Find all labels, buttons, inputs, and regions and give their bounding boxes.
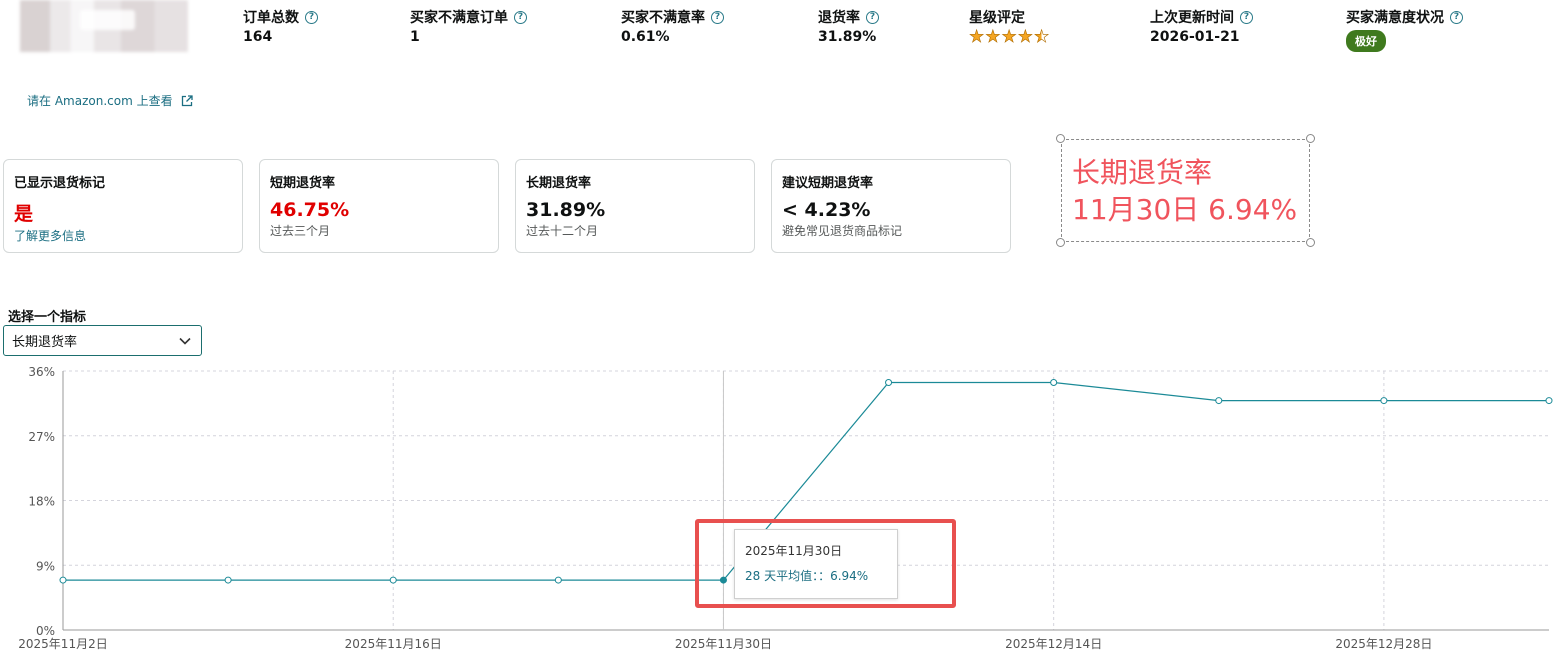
annotation-textbox[interactable]: 长期退货率 11月30日 6.94% (1056, 134, 1315, 247)
annotation-line: 11月30日 6.94% (1072, 193, 1298, 226)
data-point (1545, 397, 1553, 405)
learn-more-link[interactable]: 了解更多信息 (14, 227, 232, 244)
link-text: 请在 Amazon.com 上查看 (27, 94, 173, 108)
x-tick-label: 2025年12月28日 (1335, 637, 1432, 651)
card-subtitle: 过去十二个月 (526, 224, 599, 238)
metric-last-updated: 上次更新时间? 2026-01-21 (1150, 7, 1253, 45)
resize-handle[interactable] (1306, 238, 1315, 247)
metric-label: 买家满意度状况 (1346, 10, 1444, 26)
metric-unsatisfied-rate: 买家不满意率? 0.61% (621, 7, 724, 45)
star-rating: ★ ★ ★ ★ ★ (969, 27, 1050, 47)
star-full-icon: ★ (1001, 27, 1017, 47)
y-tick-label: 18% (28, 495, 55, 509)
star-full-icon: ★ (1017, 27, 1033, 47)
metric-value: 164 (243, 29, 273, 45)
metric-label: 星级评定 (969, 10, 1025, 26)
card-value: < 4.23% (782, 199, 871, 221)
card-title: 短期退货率 (270, 176, 336, 191)
help-icon[interactable]: ? (514, 10, 527, 24)
selected-value: 长期退货率 (12, 335, 78, 350)
data-point (1215, 397, 1223, 405)
metric-value: 31.89% (818, 29, 877, 45)
metric-selector-label: 选择一个指标 (8, 310, 87, 325)
metric-label: 订单总数 (243, 10, 299, 26)
card-title: 建议短期退货率 (782, 176, 874, 191)
y-tick-label: 9% (36, 559, 55, 573)
card-subtitle: 过去三个月 (270, 224, 331, 238)
card-subtitle: 避免常见退货商品标记 (782, 224, 903, 238)
product-thumbnail (20, 0, 188, 52)
data-point (1380, 397, 1388, 405)
metric-label: 买家不满意订单 (410, 10, 508, 26)
card-short-term-rate: 短期退货率 46.75% 过去三个月 (259, 159, 499, 253)
metric-satisfaction-status: 买家满意度状况? 极好 (1346, 7, 1463, 52)
resize-handle[interactable] (1056, 134, 1065, 143)
chevron-down-icon (179, 337, 191, 345)
highlight-box (695, 519, 956, 608)
metric-star-rating: 星级评定 ★ ★ ★ ★ ★ (969, 7, 1050, 47)
star-half-icon: ★ (1034, 27, 1050, 47)
card-return-flag: 已显示退货标记 是 了解更多信息 (3, 159, 243, 253)
x-axis: 2025年11月2日 2025年11月16日 2025年11月30日 2025年12月… (18, 637, 1432, 651)
help-icon[interactable]: ? (866, 10, 879, 24)
data-point (59, 576, 67, 584)
y-tick-label: 0% (36, 624, 55, 638)
external-link-icon (181, 94, 193, 106)
x-tick-label: 2025年11月30日 (675, 637, 772, 651)
metric-return-rate: 退货率? 31.89% (818, 7, 879, 45)
y-tick-label: 36% (28, 365, 55, 379)
card-title: 长期退货率 (526, 176, 592, 191)
help-icon[interactable]: ? (1240, 10, 1253, 24)
help-icon[interactable]: ? (305, 10, 318, 24)
star-full-icon: ★ (969, 27, 985, 47)
resize-handle[interactable] (1056, 238, 1065, 247)
metric-label: 上次更新时间 (1150, 10, 1234, 26)
resize-handle[interactable] (1306, 134, 1315, 143)
x-tick-label: 2025年12月14日 (1005, 637, 1102, 651)
help-icon[interactable]: ? (1450, 10, 1463, 24)
data-point (389, 576, 397, 584)
card-value: 是 (14, 203, 34, 225)
view-on-amazon-link[interactable]: 请在 Amazon.com 上查看 (27, 92, 193, 109)
card-suggested-rate: 建议短期退货率 < 4.23% 避免常见退货商品标记 (771, 159, 1011, 253)
data-point (554, 576, 562, 584)
status-badge: 极好 (1346, 30, 1386, 52)
star-full-icon: ★ (985, 27, 1001, 47)
metric-label: 退货率 (818, 10, 860, 26)
metric-value: 2026-01-21 (1150, 29, 1240, 45)
annotation-line: 长期退货率 (1072, 156, 1213, 189)
metric-value: 0.61% (621, 29, 670, 45)
metric-select[interactable]: 长期退货率 (3, 325, 202, 356)
data-point (885, 379, 893, 387)
card-value: 46.75% (270, 199, 350, 221)
y-axis: 36% 27% 18% 9% 0% (28, 365, 55, 638)
metric-value: 1 (410, 29, 420, 45)
x-tick-label: 2025年11月16日 (345, 637, 442, 651)
help-icon[interactable]: ? (711, 10, 724, 24)
y-tick-label: 27% (28, 430, 55, 444)
card-long-term-rate: 长期退货率 31.89% 过去十二个月 (515, 159, 755, 253)
metric-label: 买家不满意率 (621, 10, 705, 26)
metric-total-orders: 订单总数? 164 (243, 7, 318, 45)
data-point (1050, 379, 1058, 387)
card-title: 已显示退货标记 (14, 176, 106, 191)
x-tick-label: 2025年11月2日 (18, 637, 107, 651)
card-value: 31.89% (526, 199, 606, 221)
metric-unsatisfied-orders: 买家不满意订单? 1 (410, 7, 527, 45)
return-rate-line-chart: 36%27%18%9%0% 2025年11月2日 2025年11月16日 2025年… (18, 365, 1553, 651)
data-point (224, 576, 232, 584)
